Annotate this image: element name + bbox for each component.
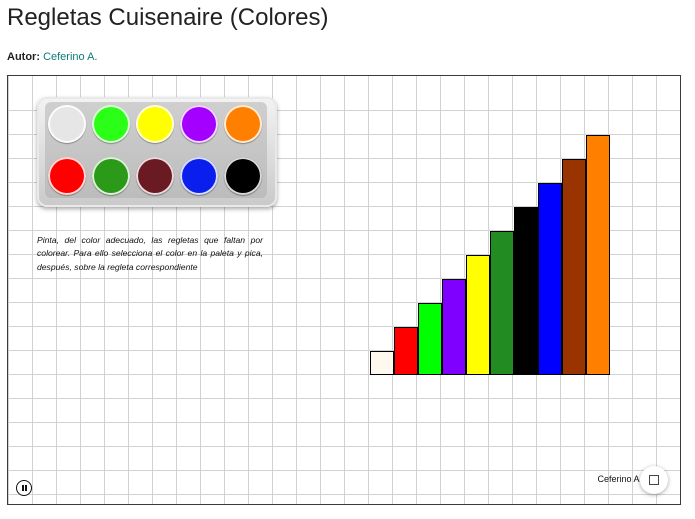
- rod-10[interactable]: [586, 135, 610, 375]
- rod-8[interactable]: [538, 183, 562, 375]
- author-line: Autor: Ceferino A.: [7, 51, 97, 63]
- author-label: Autor:: [7, 51, 40, 63]
- activity-canvas[interactable]: Pinta, del color adecuado, las regletas …: [7, 75, 681, 505]
- rod-6[interactable]: [490, 231, 514, 375]
- credit-text: Ceferino A.: [597, 474, 642, 484]
- rod-3[interactable]: [418, 303, 442, 375]
- cuisenaire-rods: [8, 76, 680, 504]
- rod-4[interactable]: [442, 279, 466, 375]
- fullscreen-button[interactable]: [640, 466, 668, 494]
- rod-5[interactable]: [466, 255, 490, 375]
- pause-button[interactable]: [16, 480, 32, 496]
- page-title: Regletas Cuisenaire (Colores): [7, 4, 329, 31]
- rod-9[interactable]: [562, 159, 586, 375]
- rod-7[interactable]: [514, 207, 538, 375]
- rod-1[interactable]: [370, 351, 394, 375]
- author-link[interactable]: Ceferino A.: [43, 51, 97, 63]
- rod-2[interactable]: [394, 327, 418, 375]
